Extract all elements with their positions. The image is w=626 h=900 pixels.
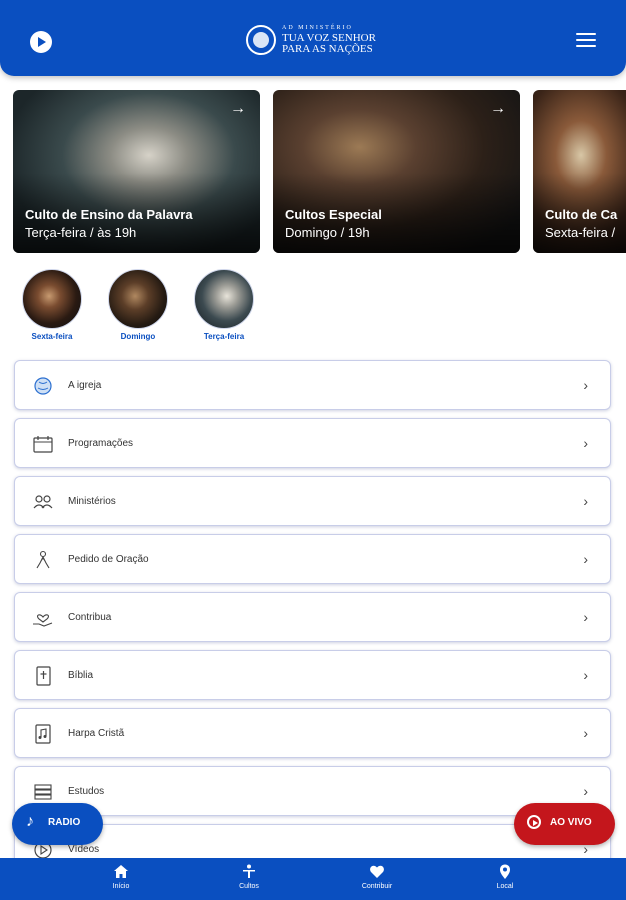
play-circle-icon	[527, 815, 541, 829]
menu-item-programacoes[interactable]: Programações ›	[14, 418, 611, 468]
hamburger-menu-icon[interactable]	[576, 33, 596, 49]
menu-item-ministerios[interactable]: Ministérios ›	[14, 476, 611, 526]
radio-label: RADIO	[48, 817, 81, 828]
calendar-icon	[32, 434, 54, 454]
menu-label: Contribua	[68, 612, 112, 623]
menu-label: Programações	[68, 438, 134, 449]
service-card[interactable]: → Culto de Ensino da Palavra Terça-feira…	[13, 90, 260, 253]
menu-label: Bíblia	[68, 670, 94, 681]
menu-label: A igreja	[68, 380, 102, 391]
service-card[interactable]: Culto de Ca Sexta-feira /	[533, 90, 626, 253]
play-icon[interactable]	[30, 31, 52, 53]
live-button[interactable]: AO VIVO	[514, 803, 615, 845]
cross-person-icon	[209, 864, 289, 881]
menu-label: Pedido de Oração	[68, 554, 149, 565]
story-label: Terça-feira	[203, 332, 245, 341]
chevron-right-icon: ›	[583, 435, 588, 451]
bible-icon	[32, 666, 54, 686]
story-item[interactable]: Sexta-feira	[17, 269, 87, 341]
nav-item-local[interactable]: Local	[465, 864, 545, 890]
story-item[interactable]: Domingo	[103, 269, 173, 341]
chevron-right-icon: ›	[583, 493, 588, 509]
story-label: Domingo	[120, 332, 156, 341]
chevron-right-icon: ›	[583, 725, 588, 741]
menu-item-a-igreja[interactable]: A igreja ›	[14, 360, 611, 410]
story-thumbnail[interactable]	[194, 269, 254, 329]
story-label: Sexta-feira	[31, 332, 73, 341]
arrow-right-icon[interactable]: →	[490, 100, 506, 118]
arrow-right-icon[interactable]: →	[230, 100, 246, 118]
menu-item-harpa-crista[interactable]: Harpa Cristã ›	[14, 708, 611, 758]
chevron-right-icon: ›	[583, 667, 588, 683]
menu-label: Estudos	[68, 786, 105, 797]
church-logo: AD MINISTÉRIO TUA VOZ SENHOR PARA AS NAÇ…	[246, 24, 386, 58]
radio-button[interactable]: ♪ RADIO	[12, 803, 103, 845]
hymnal-icon	[32, 724, 54, 744]
menu-item-pedido-de-oracao[interactable]: Pedido de Oração ›	[14, 534, 611, 584]
story-item[interactable]: Terça-feira	[189, 269, 259, 341]
app-header: AD MINISTÉRIO TUA VOZ SENHOR PARA AS NAÇ…	[0, 0, 626, 76]
card-schedule: Terça-feira / às 19h	[25, 225, 137, 240]
nav-label: Início	[112, 883, 130, 890]
services-carousel[interactable]: → Culto de Ensino da Palavra Terça-feira…	[13, 90, 626, 254]
menu-label: Vídeos	[68, 844, 100, 855]
chevron-right-icon: ›	[583, 609, 588, 625]
heart-hand-icon	[32, 608, 54, 628]
bottom-navigation: Início Cultos Contribuir Local	[0, 858, 626, 900]
card-title: Cultos Especial	[285, 207, 382, 222]
menu-label: Ministérios	[68, 496, 116, 507]
story-thumbnail[interactable]	[108, 269, 168, 329]
logo-title-line2: PARA AS NAÇÕES	[282, 43, 373, 55]
nav-item-contribuir[interactable]: Contribuir	[337, 864, 417, 890]
card-title: Culto de Ca	[545, 207, 618, 222]
chevron-right-icon: ›	[583, 783, 588, 799]
menu-item-contribua[interactable]: Contribua ›	[14, 592, 611, 642]
card-schedule: Domingo / 19h	[285, 225, 370, 240]
location-pin-icon	[465, 864, 545, 881]
nav-label: Local	[496, 883, 514, 890]
books-icon	[32, 782, 54, 802]
home-icon	[81, 864, 161, 881]
music-note-icon: ♪	[26, 813, 34, 830]
menu-label: Harpa Cristã	[68, 728, 125, 739]
praying-icon	[32, 550, 54, 570]
nav-item-inicio[interactable]: Início	[81, 864, 161, 890]
card-schedule: Sexta-feira /	[545, 225, 616, 240]
service-card[interactable]: → Cultos Especial Domingo / 19h	[273, 90, 520, 253]
chevron-right-icon: ›	[583, 377, 588, 393]
story-thumbnail[interactable]	[22, 269, 82, 329]
globe-logo-icon	[246, 25, 276, 55]
people-icon	[32, 492, 54, 512]
menu-item-biblia[interactable]: Bíblia ›	[14, 650, 611, 700]
logo-small-text: AD MINISTÉRIO	[282, 25, 353, 31]
globe-icon	[32, 376, 54, 396]
nav-label: Contribuir	[361, 883, 393, 890]
nav-item-cultos[interactable]: Cultos	[209, 864, 289, 890]
live-label: AO VIVO	[550, 817, 592, 828]
chevron-right-icon: ›	[583, 551, 588, 567]
heart-icon	[337, 864, 417, 881]
nav-label: Cultos	[239, 883, 259, 890]
card-title: Culto de Ensino da Palavra	[25, 207, 193, 222]
